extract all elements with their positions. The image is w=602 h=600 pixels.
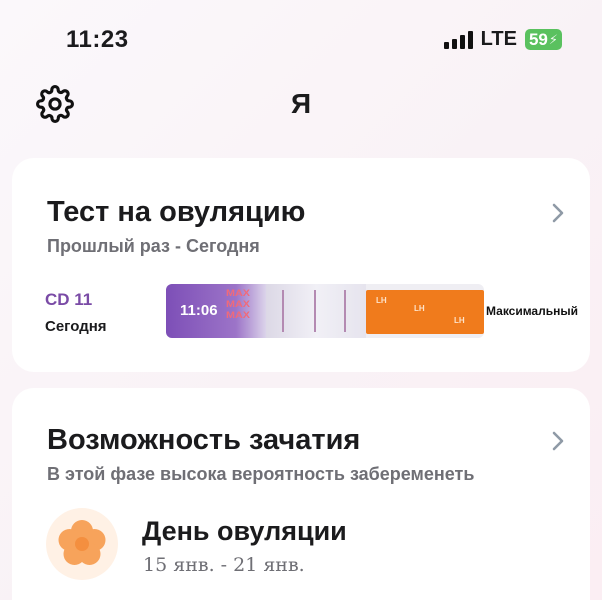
header: Я (0, 80, 602, 130)
ovulation-test-title: Тест на овуляцию (47, 196, 306, 228)
signal-icon (443, 30, 473, 49)
strip-handle: LH LH LH (366, 290, 484, 334)
phase-title: День овуляции (142, 516, 347, 546)
strip-max-mark: MAX (226, 310, 250, 320)
battery-level: 59 (528, 29, 548, 49)
strip-max-marks: MAX MAX MAX (226, 288, 250, 321)
status-time: 11:23 (66, 26, 129, 53)
phase-dates: 15 янв. - 21 янв. (143, 554, 305, 576)
page-title: Я (290, 88, 312, 119)
chevron-right-icon[interactable] (550, 430, 566, 452)
strip-time: 11:06 (180, 302, 218, 319)
strip-max-mark: MAX (226, 288, 250, 298)
flower-icon (46, 508, 118, 580)
strip-max-mark: MAX (226, 299, 250, 309)
strip-print: LH (414, 304, 425, 313)
test-strip-photo[interactable]: 11:06 MAX MAX MAX LH LH LH (166, 284, 484, 338)
strip-test-line (314, 290, 316, 332)
strip-control-line (344, 290, 346, 332)
ovulation-test-subtitle: Прошлый раз - Сегодня (47, 236, 260, 256)
ovulation-test-card[interactable]: Тест на овуляцию Прошлый раз - Сегодня C… (12, 158, 590, 372)
conception-card[interactable]: Возможность зачатия В этой фазе высока в… (12, 388, 590, 600)
test-result-label: Максимальный (486, 304, 578, 318)
battery-icon: 59 ⚡ (524, 29, 562, 50)
strip-print: LH (454, 316, 465, 325)
strip-print: LH (376, 296, 387, 305)
chevron-right-icon[interactable] (550, 202, 566, 224)
charging-icon: ⚡ (548, 31, 558, 47)
status-indicators: LTE 59 ⚡ (443, 28, 562, 51)
strip-result-window (266, 284, 366, 338)
conception-title: Возможность зачатия (47, 424, 361, 456)
cycle-day-label: CD 11 (45, 290, 93, 309)
strip-test-line (282, 290, 284, 332)
status-bar: 11:23 LTE 59 ⚡ (0, 0, 602, 80)
network-label: LTE (480, 28, 517, 50)
conception-subtitle: В этой фазе высока вероятность заберемен… (47, 464, 475, 484)
test-day-label: Сегодня (45, 318, 107, 335)
